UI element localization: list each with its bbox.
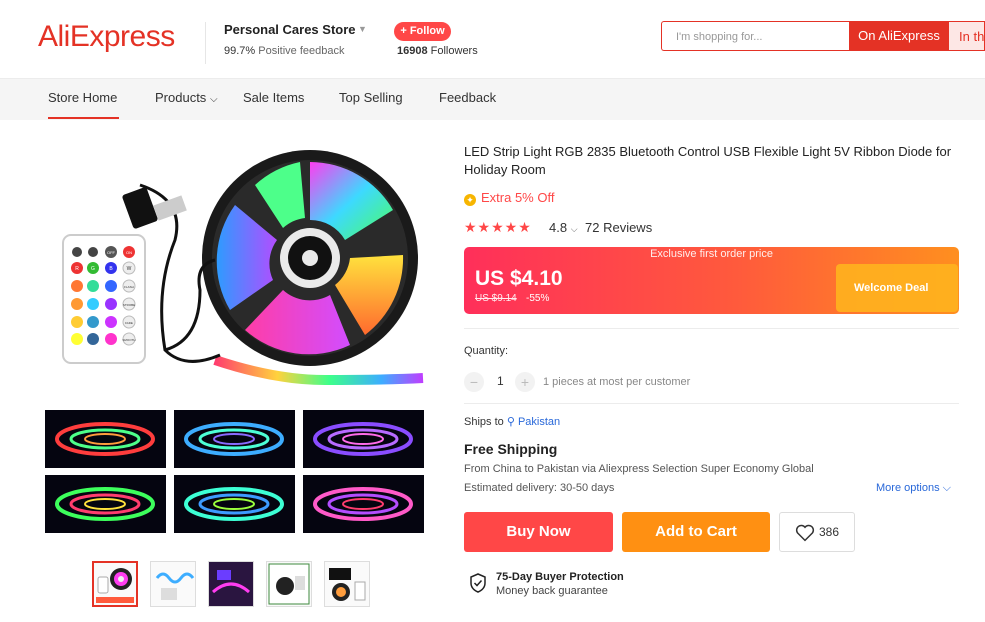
feedback-label: Positive feedback	[258, 45, 345, 57]
aliexpress-logo[interactable]: AliExpress	[38, 20, 175, 54]
photo-strip-red[interactable]	[45, 410, 166, 468]
nav-sale-items[interactable]: Sale Items	[243, 90, 304, 105]
coupon-icon: ✦	[464, 194, 476, 206]
welcome-deal-label: Welcome Deal	[854, 282, 929, 294]
remote-label-r: R	[75, 266, 79, 272]
thumbnail-1-selected[interactable]	[92, 561, 138, 607]
caret-down-icon[interactable]: ▼	[358, 24, 367, 34]
buy-now-button[interactable]: Buy Now	[464, 512, 613, 552]
remote-label-on: ON	[126, 250, 132, 255]
nav-store-home[interactable]: Store Home	[48, 90, 117, 105]
followers-label: Followers	[430, 45, 478, 57]
add-to-cart-button[interactable]: Add to Cart	[622, 512, 770, 552]
followers-count: 16908	[397, 45, 428, 57]
remote-label-off: OFF	[107, 250, 116, 255]
quantity-label: Quantity:	[464, 345, 509, 357]
wishlist-button[interactable]	[779, 512, 855, 552]
original-price: US $9.14	[475, 293, 517, 304]
divider	[464, 403, 959, 404]
thumbnail-2[interactable]	[150, 561, 196, 607]
ships-to-location[interactable]: Pakistan	[518, 416, 560, 428]
photo-strip-pink[interactable]	[303, 475, 424, 533]
location-pin-icon: ⚲	[506, 416, 515, 428]
quantity-input[interactable]: 1	[497, 374, 504, 388]
store-feedback: 99.7% Positive feedback	[224, 45, 344, 57]
product-main-image[interactable]: OFF ON R G B W FLASH STROBE FADE SMOOTH	[45, 140, 425, 398]
exclusive-price-label: Exclusive first order price	[650, 248, 773, 260]
nav-top-selling[interactable]: Top Selling	[339, 90, 403, 105]
shipping-route: From China to Pakistan via Aliexpress Se…	[464, 463, 814, 475]
thumbnail-5[interactable]	[324, 561, 370, 607]
remote-label-fade: FADE	[125, 321, 133, 325]
divider	[205, 22, 206, 64]
remote-label-g: G	[91, 266, 95, 272]
feedback-percent: 99.7%	[224, 45, 256, 57]
store-name[interactable]: Personal Cares Store	[224, 22, 356, 37]
search-input[interactable]: I'm shopping for...	[661, 21, 849, 51]
current-price: US $4.10	[475, 267, 563, 290]
ships-to[interactable]: Ships to ⚲ Pakistan	[464, 415, 560, 428]
photo-strip-blue[interactable]	[174, 410, 295, 468]
divider	[464, 328, 959, 329]
search-in-store-button[interactable]: In th	[949, 21, 985, 51]
followers: 16908 Followers	[397, 45, 478, 57]
remote-label-smooth: SMOOTH	[122, 338, 135, 342]
photo-strip-cyan[interactable]	[174, 475, 295, 533]
ships-to-label: Ships to	[464, 416, 504, 428]
quantity-increase-button[interactable]: +	[515, 372, 535, 392]
thumbnail-3[interactable]	[208, 561, 254, 607]
nav-products[interactable]: Products ⌵	[155, 90, 218, 105]
chevron-down-icon: ⌵	[570, 224, 578, 234]
coupon-label: Extra 5% Off	[481, 190, 555, 205]
wishlist-count: 386	[819, 525, 840, 539]
reviews-link[interactable]: 72 Reviews	[585, 220, 652, 235]
photo-strip-green[interactable]	[45, 475, 166, 533]
nav-feedback[interactable]: Feedback	[439, 90, 496, 105]
follow-button[interactable]: + Follow	[394, 22, 451, 41]
rating-number: 4.8	[549, 220, 568, 235]
chevron-down-icon: ⌵	[942, 482, 951, 494]
estimated-delivery: Estimated delivery: 30-50 days	[464, 482, 615, 494]
buyer-protection-title: 75-Day Buyer Protection	[496, 571, 624, 583]
shield-check-icon	[470, 573, 486, 593]
discount-percent: -55%	[526, 293, 550, 304]
nav-active-indicator	[48, 117, 119, 119]
coupon-badge[interactable]: ✦ Extra 5% Off	[464, 190, 554, 206]
photo-strip-purple[interactable]	[303, 410, 424, 468]
remote-label-flash: FLASH	[124, 285, 134, 289]
remote-label-strobe: STROBE	[123, 303, 135, 307]
remote-label-w: W	[127, 266, 132, 272]
rating-stars-icon: ★★★★★	[464, 219, 532, 235]
quantity-decrease-button[interactable]: −	[464, 372, 484, 392]
rating-value[interactable]: 4.8 ⌵	[549, 220, 578, 235]
more-options-link[interactable]: More options ⌵	[876, 482, 951, 495]
product-title: LED Strip Light RGB 2835 Bluetooth Contr…	[464, 144, 952, 177]
buyer-protection-subtitle: Money back guarantee	[496, 585, 608, 597]
free-shipping-title: Free Shipping	[464, 441, 558, 457]
more-options-label: More options	[876, 482, 940, 494]
heart-icon	[795, 524, 815, 542]
nav-products-label: Products	[155, 90, 207, 105]
thumbnail-4[interactable]	[266, 561, 312, 607]
search-on-aliexpress-button[interactable]: On AliExpress	[849, 21, 949, 51]
chevron-down-icon: ⌵	[209, 94, 218, 105]
quantity-limit-note: 1 pieces at most per customer	[543, 376, 691, 388]
